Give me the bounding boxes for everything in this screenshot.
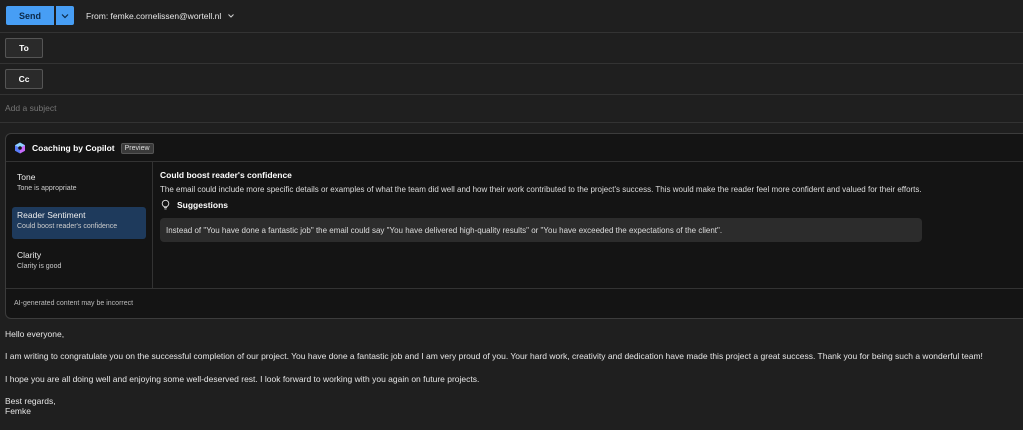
- preview-badge: Preview: [120, 142, 154, 154]
- coaching-item-clarity[interactable]: Clarity Clarity is good: [12, 247, 146, 279]
- subject-row: [0, 95, 1023, 123]
- ai-disclaimer: AI-generated content may be incorrect: [14, 300, 134, 307]
- from-selector[interactable]: From: femke.cornelissen@wortell.nl: [86, 11, 235, 21]
- chevron-down-icon: [61, 13, 69, 18]
- divider: [6, 161, 1023, 162]
- coaching-item-subtitle: Tone is appropriate: [17, 185, 77, 192]
- coaching-detail: Could boost reader's confidence The emai…: [160, 170, 940, 242]
- suggestions-title: Suggestions: [177, 199, 229, 210]
- cc-field-row: Cc: [0, 64, 1023, 95]
- coaching-item-title: Tone: [17, 172, 36, 182]
- coaching-item-reader-sentiment[interactable]: Reader Sentiment Could boost reader's co…: [12, 207, 146, 239]
- body-closing: Best regards,: [5, 396, 56, 406]
- lightbulb-icon: [161, 199, 170, 210]
- to-field-row: To: [0, 33, 1023, 64]
- body-paragraph-2: I hope you are all doing well and enjoyi…: [5, 374, 480, 384]
- subject-input[interactable]: [5, 103, 405, 113]
- body-greeting: Hello everyone,: [5, 329, 65, 339]
- send-options-button[interactable]: [56, 6, 74, 25]
- cc-button[interactable]: Cc: [5, 69, 43, 89]
- coaching-item-title: Clarity: [17, 250, 42, 260]
- coaching-panel: Coaching by Copilot Preview Tone Tone is…: [5, 133, 1023, 319]
- from-label: From: femke.cornelissen@wortell.nl: [86, 11, 222, 21]
- detail-title: Could boost reader's confidence: [160, 170, 292, 180]
- coaching-title: Coaching by Copilot: [32, 143, 115, 153]
- suggestions-header: Suggestions: [160, 199, 940, 210]
- to-button[interactable]: To: [5, 38, 43, 58]
- copilot-icon: [15, 142, 25, 154]
- coaching-item-subtitle: Clarity is good: [17, 263, 62, 270]
- coaching-item-subtitle: Could boost reader's confidence: [17, 223, 118, 230]
- chevron-down-icon: [228, 14, 235, 18]
- send-button[interactable]: Send: [6, 6, 54, 25]
- coaching-categories: Tone Tone is appropriate Reader Sentimen…: [6, 162, 153, 288]
- send-button-group: Send: [6, 6, 74, 25]
- body-signature: Femke: [5, 406, 31, 416]
- detail-description: The email could include more specific de…: [160, 185, 922, 194]
- compose-toolbar: Send From: femke.cornelissen@wortell.nl: [0, 0, 1023, 33]
- coaching-item-title: Reader Sentiment: [17, 210, 86, 220]
- divider: [6, 288, 1023, 289]
- suggestion-card: Instead of "You have done a fantastic jo…: [160, 218, 922, 242]
- coaching-header: Coaching by Copilot Preview: [14, 142, 154, 154]
- coaching-item-tone[interactable]: Tone Tone is appropriate: [12, 169, 146, 201]
- body-paragraph-1: I am writing to congratulate you on the …: [5, 351, 983, 361]
